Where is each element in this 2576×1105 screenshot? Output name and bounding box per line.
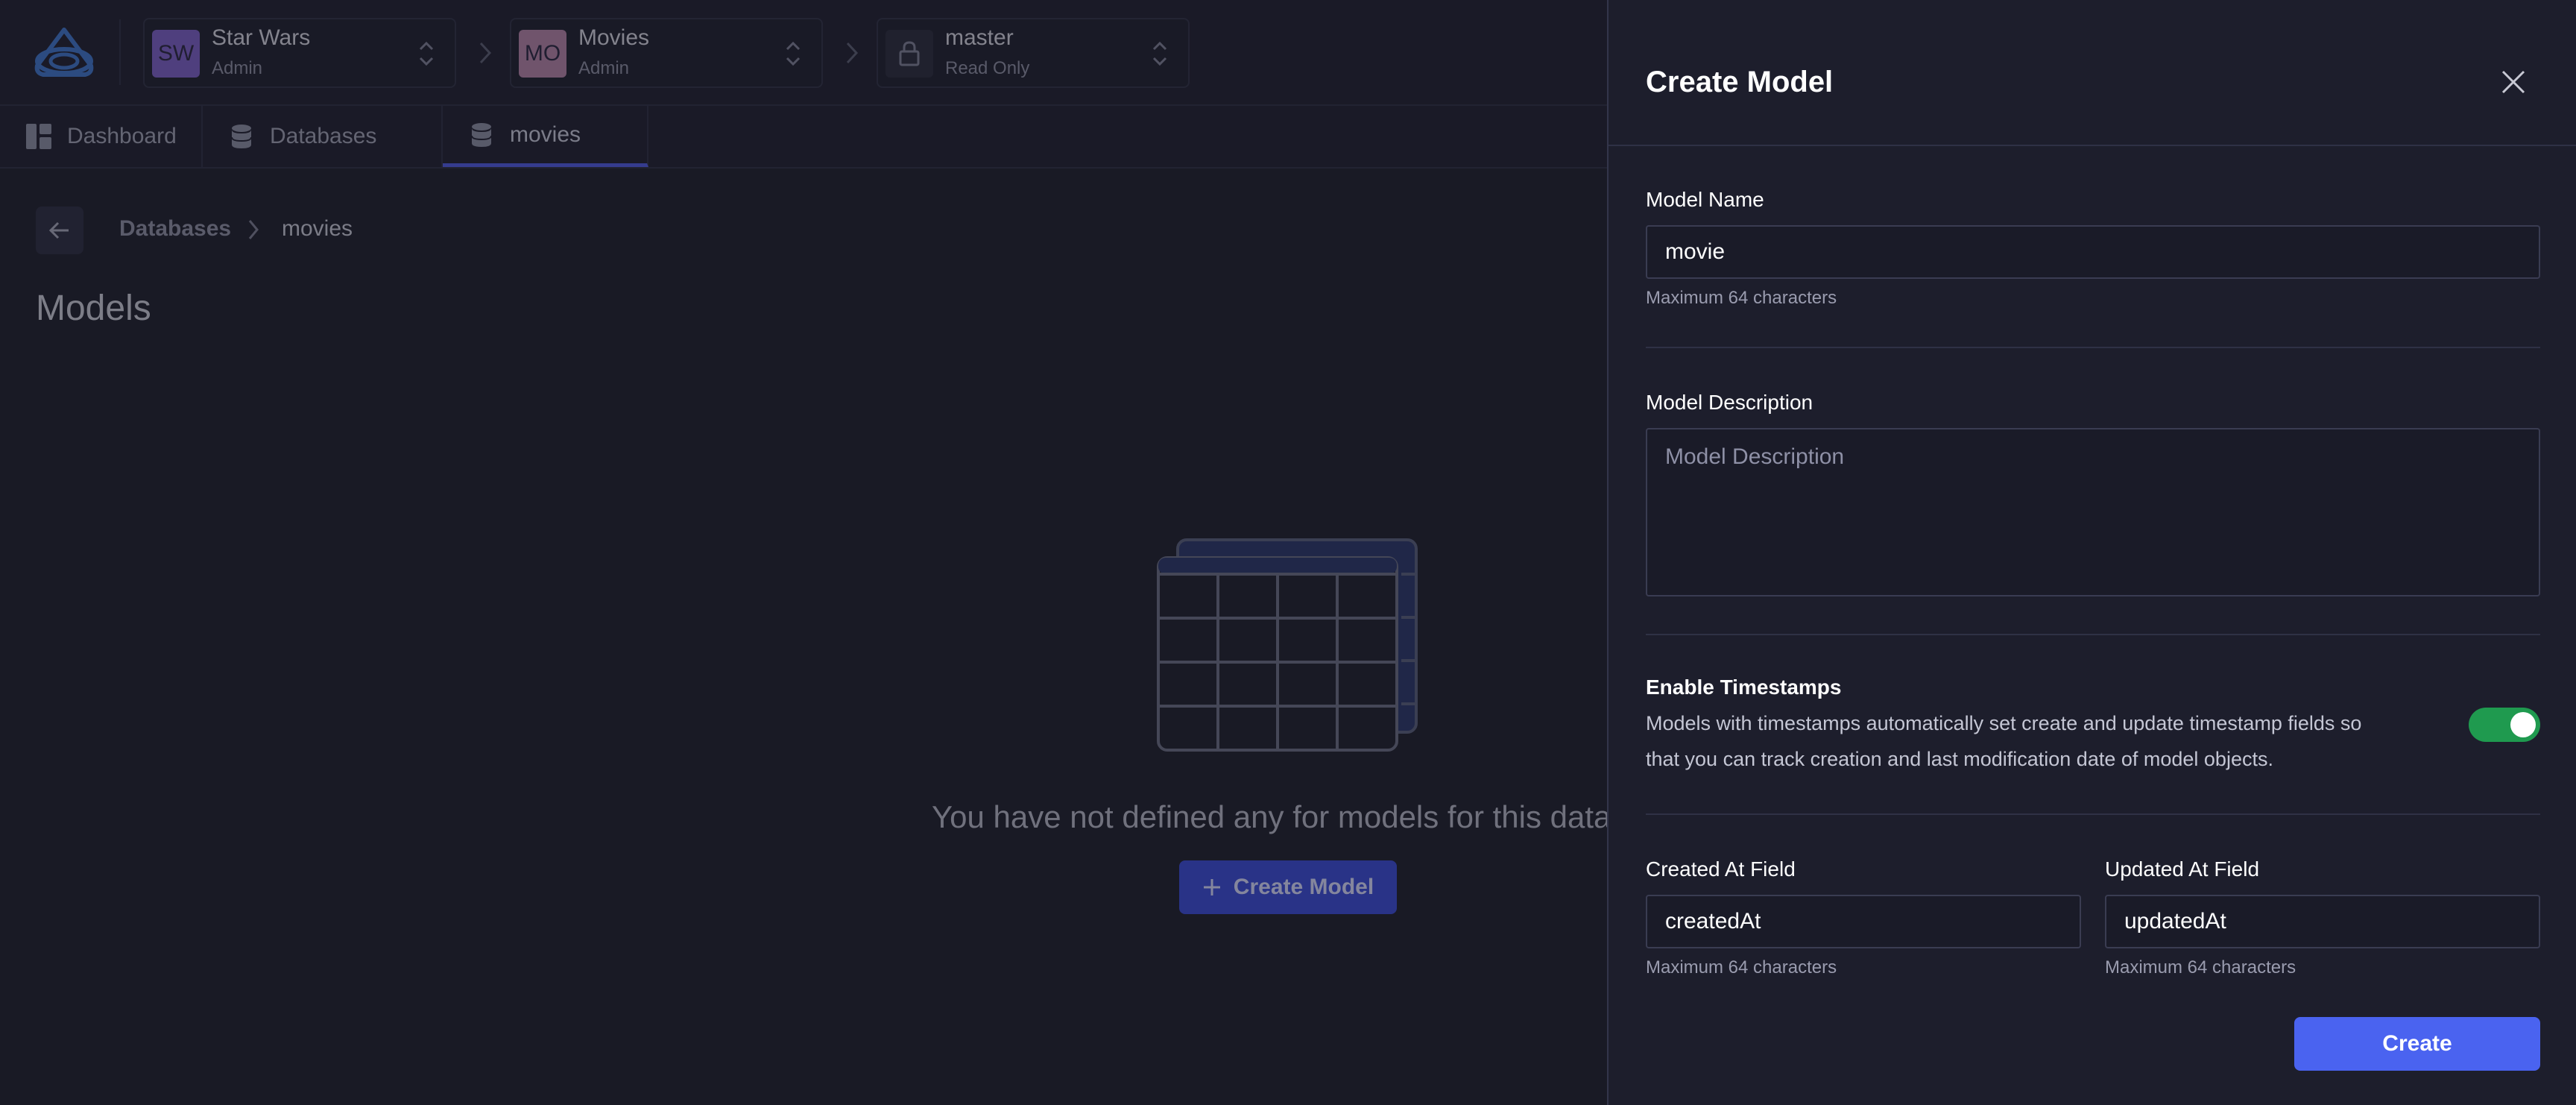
model-name-input[interactable]	[1646, 225, 2540, 279]
divider	[1646, 347, 2540, 348]
updated-at-input[interactable]	[2105, 895, 2540, 948]
drawer-title: Create Model	[1646, 66, 1834, 98]
drawer-header: Create Model	[1609, 0, 2576, 146]
timestamps-toggle[interactable]	[2469, 708, 2540, 742]
timestamps-title: Enable Timestamps	[1646, 676, 1842, 699]
divider	[1646, 813, 2540, 815]
created-at-hint: Maximum 64 characters	[1646, 957, 1837, 978]
toggle-knob	[2510, 712, 2536, 737]
model-name-label: Model Name	[1646, 188, 1764, 211]
created-at-label: Created At Field	[1646, 857, 1796, 881]
created-at-input[interactable]	[1646, 895, 2081, 948]
close-icon[interactable]	[2498, 67, 2528, 97]
divider	[1646, 634, 2540, 635]
create-button[interactable]: Create	[2294, 1017, 2540, 1071]
model-description-input[interactable]	[1646, 428, 2540, 596]
updated-at-hint: Maximum 64 characters	[2105, 957, 2296, 978]
timestamps-description: Models with timestamps automatically set…	[1646, 712, 2362, 770]
updated-at-label: Updated At Field	[2105, 857, 2260, 881]
model-name-hint: Maximum 64 characters	[1646, 288, 1837, 308]
create-model-drawer: Create Model Model Name Maximum 64 chara…	[1607, 0, 2576, 1105]
model-description-label: Model Description	[1646, 391, 1813, 414]
